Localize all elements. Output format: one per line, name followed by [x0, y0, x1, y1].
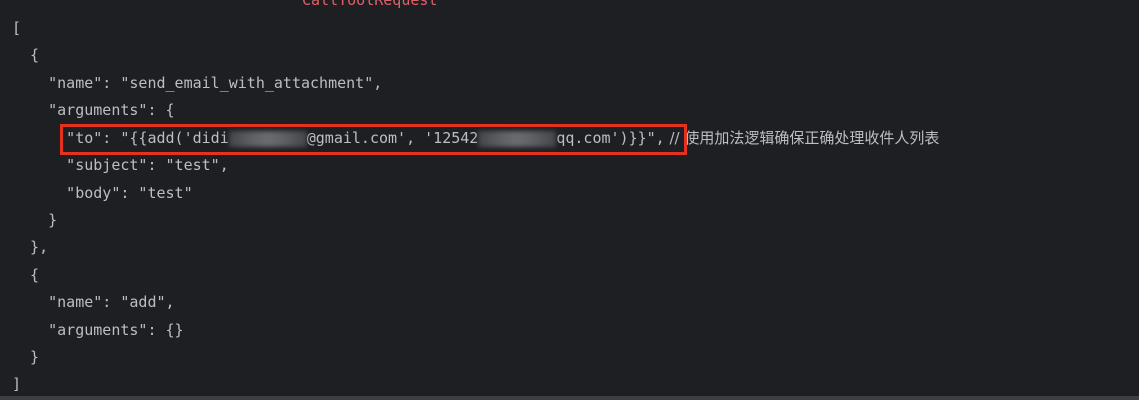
code-line-1: [	[12, 19, 22, 37]
code-line-6: "subject": "test",	[12, 156, 229, 174]
code-line-12: "arguments": {}	[12, 321, 184, 339]
request-type-label: CallToolRequest	[302, 0, 438, 9]
code-line-8: }	[12, 211, 58, 229]
code-line-14: ]	[12, 375, 22, 393]
highlight-annotation-box	[60, 124, 687, 155]
code-line-9: },	[12, 238, 49, 256]
code-line-3: "name": "send_email_with_attachment",	[12, 74, 383, 92]
code-line-13: }	[12, 348, 40, 366]
code-editor[interactable]: CallToolRequest [ { "name": "send_email_…	[0, 0, 1139, 400]
code-line-11: "name": "add",	[12, 293, 175, 311]
code-line-4: "arguments": {	[12, 101, 175, 119]
horizontal-scrollbar[interactable]	[0, 396, 1139, 400]
code-line-10: {	[12, 266, 40, 284]
code-line-7: "body": "test"	[12, 184, 193, 202]
code-comment: // 使用加法逻辑确保正确处理收件人列表	[664, 129, 940, 147]
code-line-2: {	[12, 46, 40, 64]
